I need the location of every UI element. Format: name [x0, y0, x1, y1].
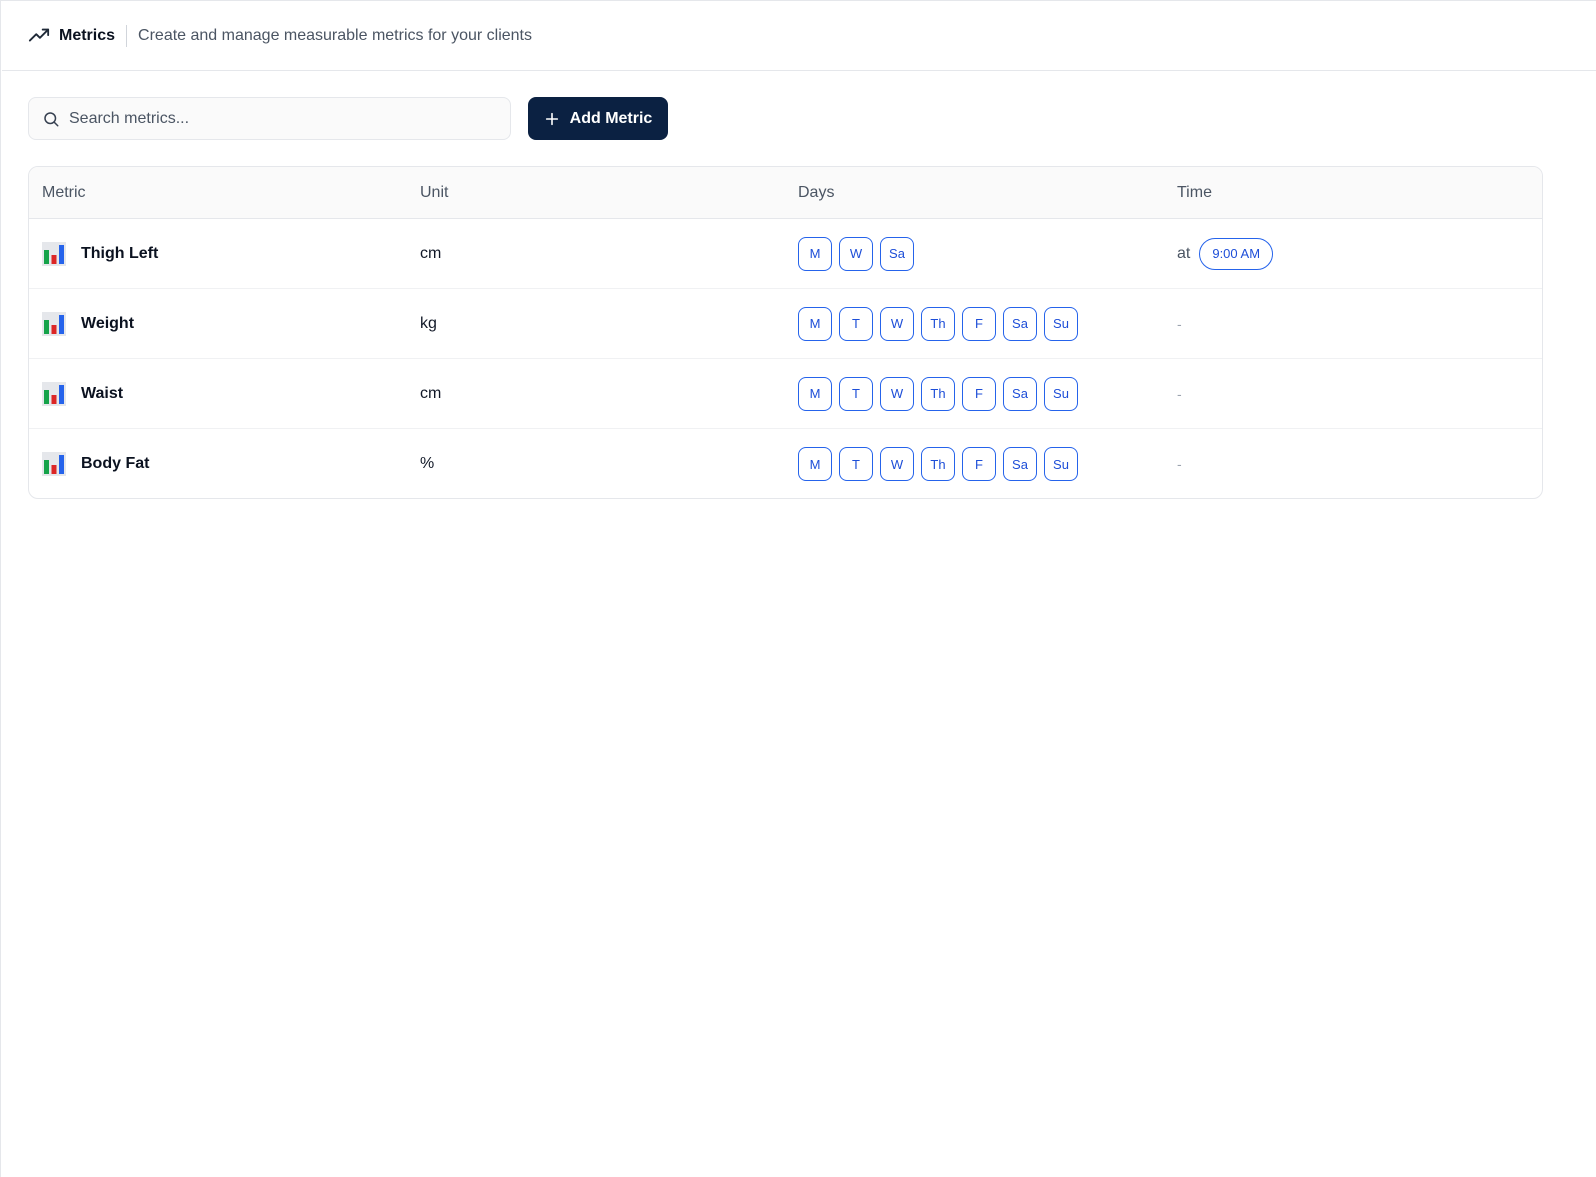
day-chip[interactable]: Su [1044, 447, 1078, 481]
day-chip[interactable]: T [839, 447, 873, 481]
page-header: Metrics Create and manage measurable met… [2, 2, 1596, 71]
day-chip[interactable]: F [962, 376, 996, 411]
day-chip[interactable]: Su [1044, 306, 1078, 341]
day-chip[interactable]: Th [921, 306, 955, 341]
plus-icon [544, 111, 560, 127]
day-chip[interactable]: Th [921, 447, 955, 481]
time-empty: - [1177, 315, 1182, 332]
page-subtitle: Create and manage measurable metrics for… [138, 27, 532, 44]
search-icon [42, 110, 60, 128]
app-frame: Metrics Create and manage measurable met… [0, 0, 1596, 1177]
metric-name: Thigh Left [81, 244, 159, 262]
bar-chart-icon [42, 311, 66, 336]
time-chip[interactable]: 9:00 AM [1199, 237, 1274, 270]
day-chip[interactable]: M [798, 306, 832, 341]
day-chip[interactable]: M [798, 447, 832, 481]
bar-chart-icon [42, 381, 66, 406]
day-chip[interactable]: F [962, 447, 996, 481]
day-chip[interactable]: Sa [1003, 376, 1037, 411]
search-input[interactable] [69, 109, 469, 128]
metric-unit: % [420, 455, 435, 472]
day-chip[interactable]: Sa [880, 236, 914, 271]
table-body: Thigh Left cm M W Sa at 9:00 AM Weight kg M T W Th F S… [29, 219, 1542, 498]
table-row[interactable]: Body Fat% M T W Th F Sa Su - [29, 429, 1542, 498]
toolbar: Add Metric [28, 97, 668, 140]
bar-chart-icon [42, 241, 66, 266]
metric-cell: Waist [42, 381, 124, 406]
metric-cell: Thigh Left [42, 241, 159, 266]
metric-unit: kg [420, 314, 437, 332]
table-row[interactable]: Waist cm M T W Th F Sa Su - [29, 359, 1542, 429]
day-chip[interactable]: T [839, 306, 873, 341]
day-chip[interactable]: W [880, 447, 914, 481]
day-chip[interactable]: Su [1044, 376, 1078, 411]
days-list: M T W Th F Sa Su [798, 376, 1078, 411]
column-header-days: Days [798, 183, 835, 201]
day-chip[interactable]: F [962, 306, 996, 341]
metric-cell: Weight [42, 311, 135, 336]
time-empty: - [1177, 456, 1182, 472]
metric-name: Body Fat [81, 455, 150, 472]
metric-unit: cm [420, 244, 442, 262]
metric-cell: Body Fat [42, 452, 149, 476]
metrics-table: Metric Unit Days Time Thigh Left cm M W Sa at… [28, 166, 1543, 499]
day-chip[interactable]: T [839, 376, 873, 411]
day-chip[interactable]: W [880, 306, 914, 341]
time-empty: - [1177, 385, 1182, 402]
add-metric-button[interactable]: Add Metric [528, 97, 668, 140]
page-title: Metrics [59, 27, 116, 44]
table-row[interactable]: Weight kg M T W Th F Sa Su - [29, 289, 1542, 359]
day-chip[interactable]: Th [921, 376, 955, 411]
metric-name: Weight [81, 314, 135, 332]
metric-unit: cm [420, 384, 442, 402]
day-chip[interactable]: Sa [1003, 447, 1037, 481]
column-header-time: Time [1177, 183, 1212, 201]
days-list: M T W Th F Sa Su [798, 447, 1078, 481]
column-header-metric: Metric [42, 183, 86, 201]
days-list: M T W Th F Sa Su [798, 306, 1078, 341]
add-metric-label: Add Metric [569, 109, 653, 127]
bar-chart-icon [42, 452, 66, 476]
day-chip[interactable]: Sa [1003, 306, 1037, 341]
metric-name: Waist [81, 384, 124, 402]
days-list: M W Sa [798, 236, 914, 271]
day-chip[interactable]: W [880, 376, 914, 411]
time-prefix: at [1177, 244, 1191, 262]
header-divider [126, 25, 128, 47]
day-chip[interactable]: M [798, 236, 832, 271]
column-header-unit: Unit [420, 183, 449, 201]
day-chip[interactable]: M [798, 376, 832, 411]
time-cell: at 9:00 AM [1177, 237, 1274, 270]
day-chip[interactable]: W [839, 236, 873, 271]
table-header: Metric Unit Days Time [29, 167, 1542, 219]
trending-up-icon [28, 25, 50, 47]
table-row[interactable]: Thigh Left cm M W Sa at 9:00 AM [29, 219, 1542, 289]
search-box[interactable] [28, 97, 511, 140]
